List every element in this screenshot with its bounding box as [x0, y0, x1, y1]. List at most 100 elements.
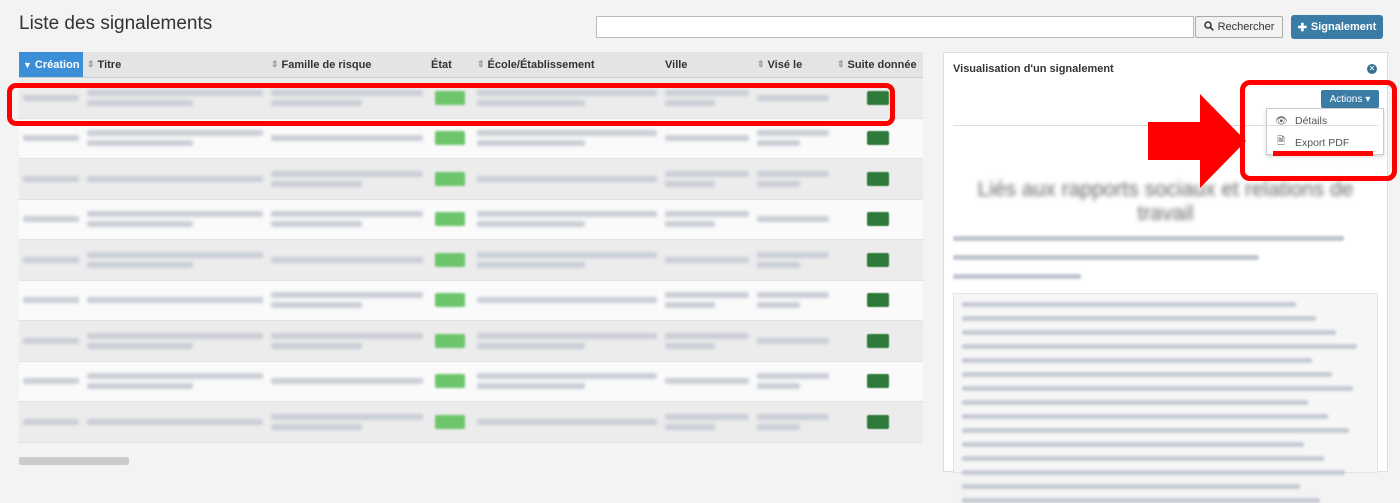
column-ecole[interactable]: ⇕ École/Établissement: [473, 52, 661, 77]
column-famille-risque[interactable]: ⇕ Famille de risque: [267, 52, 427, 77]
suite-badge: [867, 293, 889, 308]
status-badge: [435, 293, 465, 308]
status-badge: [435, 131, 465, 146]
new-signalement-button[interactable]: ✚ Signalement: [1291, 15, 1383, 39]
table-cell: [661, 362, 753, 402]
table-cell: [473, 402, 661, 442]
table-cell: [267, 321, 427, 361]
search-input[interactable]: [596, 16, 1194, 38]
table-cell: [19, 159, 83, 199]
sort-icon: ⇕: [271, 59, 279, 69]
table-cell: [427, 281, 473, 321]
table-cell: [753, 321, 833, 361]
suite-badge: [867, 171, 889, 186]
table-row[interactable]: [19, 280, 923, 321]
table-cell: [427, 159, 473, 199]
suite-badge: [867, 131, 889, 146]
table-cell: [753, 159, 833, 199]
table-cell: [427, 200, 473, 240]
column-etat[interactable]: État: [427, 52, 473, 77]
horizontal-scrollbar[interactable]: [19, 457, 129, 465]
table-row[interactable]: [19, 240, 923, 281]
suite-badge: [867, 212, 889, 227]
page-title: Liste des signalements: [19, 13, 213, 34]
table-cell: [753, 200, 833, 240]
plus-icon: ✚: [1297, 21, 1307, 34]
sort-icon: ⇕: [837, 59, 845, 69]
table-cell: [473, 362, 661, 402]
search-icon: [1203, 20, 1214, 34]
table-cell: [661, 321, 753, 361]
column-creation[interactable]: ▼ Création: [19, 52, 83, 77]
table-cell: [83, 240, 267, 280]
table-header: ▼ Création ⇕ Titre ⇕ Famille de risque État…: [19, 52, 923, 78]
suite-badge: [867, 374, 889, 389]
table-cell: [19, 240, 83, 280]
table-row[interactable]: [19, 361, 923, 402]
status-badge: [435, 374, 465, 389]
table-cell: [833, 240, 923, 280]
table-cell: [19, 281, 83, 321]
table-cell: [427, 362, 473, 402]
table-cell: [83, 402, 267, 442]
table-cell: [427, 321, 473, 361]
table-cell: [753, 362, 833, 402]
table-cell: [19, 321, 83, 361]
table-cell: [833, 200, 923, 240]
table-cell: [661, 200, 753, 240]
close-icon[interactable]: ✕: [1367, 64, 1377, 74]
suite-badge: [867, 333, 889, 348]
table-body: [19, 78, 923, 443]
table-cell: [473, 200, 661, 240]
table-row[interactable]: [19, 321, 923, 362]
table-cell: [427, 402, 473, 442]
search-button[interactable]: Rechercher: [1195, 16, 1283, 38]
table-cell: [83, 200, 267, 240]
sort-icon: ⇕: [757, 59, 765, 69]
panel-title: Visualisation d'un signalement: [953, 63, 1114, 75]
table-row[interactable]: [19, 402, 923, 443]
column-suite-donnee[interactable]: ⇕ Suite donnée: [833, 52, 923, 77]
suite-badge: [867, 414, 889, 429]
annotation-actions-highlight: [1240, 80, 1397, 181]
column-ville[interactable]: Ville: [661, 52, 753, 77]
table-cell: [267, 402, 427, 442]
panel-meta: [953, 236, 1378, 287]
column-vise-le[interactable]: ⇕ Visé le: [753, 52, 833, 77]
search-button-label: Rechercher: [1217, 21, 1275, 33]
table-cell: [427, 240, 473, 280]
table-row[interactable]: [19, 159, 923, 200]
table-cell: [661, 159, 753, 199]
table-cell: [19, 362, 83, 402]
table-cell: [473, 240, 661, 280]
sort-desc-icon: ▼: [23, 59, 32, 70]
table-cell: [833, 281, 923, 321]
table-cell: [83, 281, 267, 321]
table-cell: [473, 281, 661, 321]
status-badge: [435, 171, 465, 186]
table-cell: [753, 281, 833, 321]
column-titre[interactable]: ⇕ Titre: [83, 52, 267, 77]
table-cell: [833, 321, 923, 361]
table-cell: [661, 281, 753, 321]
table-cell: [19, 402, 83, 442]
table-cell: [473, 159, 661, 199]
new-button-label: Signalement: [1310, 21, 1377, 33]
status-badge: [435, 333, 465, 348]
status-badge: [435, 212, 465, 227]
table-cell: [833, 159, 923, 199]
table-cell: [661, 402, 753, 442]
status-badge: [435, 414, 465, 429]
suite-badge: [867, 252, 889, 267]
status-badge: [435, 252, 465, 267]
annotation-arrow: [1148, 94, 1246, 188]
table-cell: [753, 402, 833, 442]
table-cell: [83, 159, 267, 199]
table-cell: [83, 321, 267, 361]
table-cell: [83, 362, 267, 402]
sort-icon: ⇕: [87, 59, 95, 69]
table-cell: [661, 240, 753, 280]
table-cell: [833, 362, 923, 402]
table-cell: [833, 402, 923, 442]
table-row[interactable]: [19, 199, 923, 240]
